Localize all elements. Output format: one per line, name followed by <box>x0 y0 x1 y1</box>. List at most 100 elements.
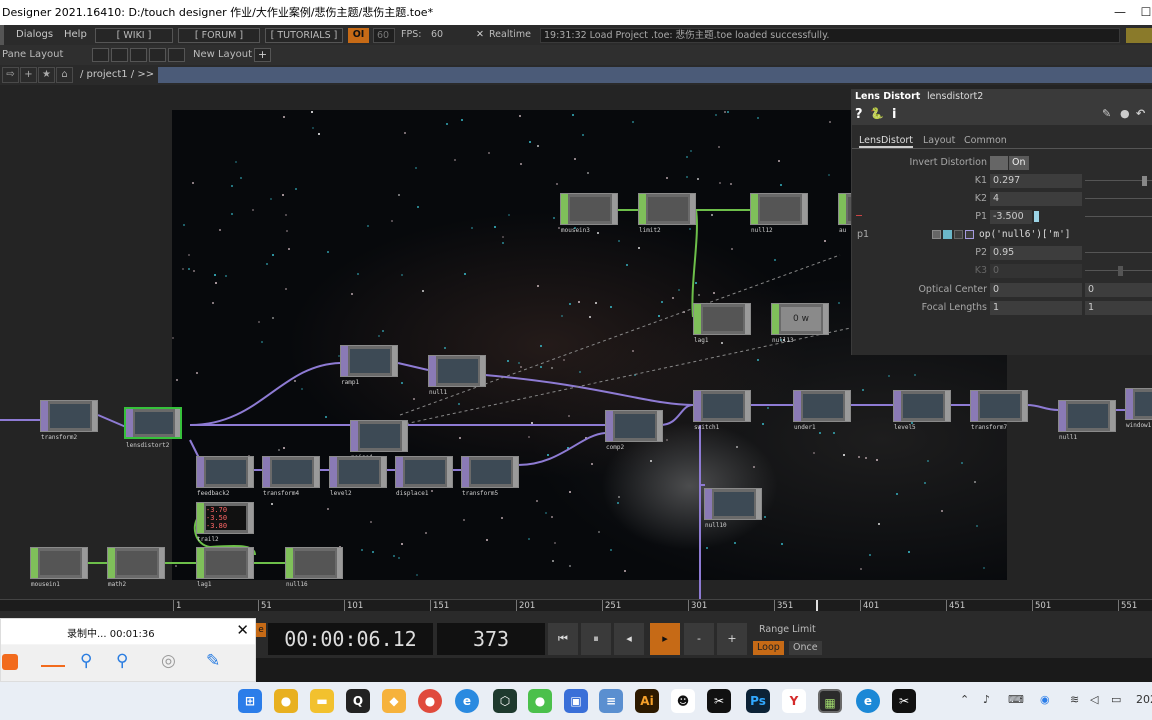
chrome-canary-icon[interactable]: ● <box>274 689 298 713</box>
input-port[interactable] <box>197 503 204 533</box>
output-port[interactable] <box>845 391 850 421</box>
node-label[interactable]: null1 <box>1059 434 1077 441</box>
tab-layout[interactable]: Layout <box>923 135 955 146</box>
invert-toggle[interactable]: On <box>1009 156 1029 170</box>
operator-node-transform5[interactable]: transform5 <box>461 456 519 497</box>
chrome-icon[interactable]: ● <box>418 689 442 713</box>
expr-mode-expression[interactable] <box>943 230 952 239</box>
tab-common[interactable]: Common <box>964 135 1007 146</box>
output-port[interactable] <box>756 489 761 519</box>
input-port[interactable] <box>1059 401 1066 431</box>
tab-lensdistort[interactable]: LensDistort <box>859 135 914 148</box>
operator-node-noise4[interactable]: noise4 <box>350 420 408 461</box>
expr-mode-constant[interactable] <box>932 230 941 239</box>
input-port[interactable] <box>462 457 469 487</box>
output-port[interactable] <box>381 457 386 487</box>
qq-icon[interactable]: Q <box>346 689 370 713</box>
speed-down-button[interactable]: - <box>684 623 714 655</box>
once-button[interactable]: Once <box>789 641 822 655</box>
volume-icon[interactable]: ◁ <box>1090 693 1098 706</box>
node-label[interactable]: null13 <box>772 337 794 344</box>
node-label[interactable]: null10 <box>705 522 727 529</box>
p2-slider[interactable] <box>1085 252 1152 253</box>
output-port[interactable] <box>92 401 97 431</box>
illustrator-icon[interactable]: Ai <box>635 689 659 713</box>
k3-field[interactable]: 0 <box>990 264 1082 278</box>
node-label[interactable]: lag1 <box>197 581 211 588</box>
path-field[interactable] <box>158 67 1152 83</box>
output-port[interactable] <box>1022 391 1027 421</box>
input-port[interactable] <box>794 391 801 421</box>
node-label[interactable]: trail2 <box>197 536 219 543</box>
operator-node-limit2[interactable]: limit2 <box>638 193 696 234</box>
search-app-icon[interactable]: ◉ <box>1040 693 1050 706</box>
input-port[interactable] <box>396 457 403 487</box>
new-layout-button[interactable]: + <box>254 48 271 62</box>
output-port[interactable] <box>248 548 253 578</box>
node-label[interactable]: mousein3 <box>561 227 590 234</box>
camera-icon[interactable]: ◎ <box>161 651 176 671</box>
operator-node-lensdistort2[interactable]: lensdistort2 <box>124 407 182 449</box>
input-port[interactable] <box>705 489 712 519</box>
input-port[interactable] <box>429 356 436 386</box>
output-port[interactable] <box>612 194 617 224</box>
wifi-icon[interactable]: ≋ <box>1070 693 1079 706</box>
input-port[interactable] <box>263 457 270 487</box>
p1-field[interactable]: -3.500 <box>990 210 1032 224</box>
pin-icon[interactable]: ⚲ <box>80 651 92 671</box>
operator-name[interactable]: lensdistort2 <box>927 91 983 102</box>
k1-knob[interactable] <box>1142 176 1147 186</box>
go-to-start-button[interactable]: ⏮ <box>548 623 578 655</box>
node-label[interactable]: window1 <box>1126 422 1151 429</box>
output-port[interactable] <box>823 304 828 334</box>
tray-expand-icon[interactable]: ⌃ <box>960 693 969 706</box>
operator-node-mousein1[interactable]: mousein1 <box>30 547 88 588</box>
output-port[interactable] <box>802 194 807 224</box>
node-label[interactable]: ramp1 <box>341 379 359 386</box>
optical-y-field[interactable]: 0 <box>1085 283 1152 297</box>
operator-node-null13[interactable]: 0 w null13 <box>771 303 829 344</box>
windows-start-icon[interactable]: ⊞ <box>238 689 262 713</box>
operator-node-transform2[interactable]: transform2 <box>40 400 98 441</box>
input-port[interactable] <box>197 548 204 578</box>
edit-icon[interactable]: ✎ <box>1102 107 1111 120</box>
folder-app-icon[interactable]: ◆ <box>382 689 406 713</box>
operator-node-window1[interactable]: window1 <box>1125 388 1152 429</box>
star-icon[interactable]: ★ <box>38 67 55 83</box>
operator-node-lag1[interactable]: lag1 <box>196 547 254 588</box>
output-port[interactable] <box>745 391 750 421</box>
keyboard-icon[interactable]: ⌨ <box>1008 693 1024 706</box>
operator-node-null12[interactable]: null12 <box>750 193 808 234</box>
wechat-icon[interactable]: ● <box>528 689 552 713</box>
focal-x-field[interactable]: 1 <box>990 301 1082 315</box>
operator-node-transform7[interactable]: transform7 <box>970 390 1028 431</box>
pane-layout-single[interactable] <box>92 48 109 62</box>
operator-node-feedback2[interactable]: feedback2 <box>196 456 254 497</box>
operator-node-trail2[interactable]: -3.70 -3.50 -3.80 trail2 <box>196 502 254 543</box>
output-port[interactable] <box>392 346 397 376</box>
node-label[interactable]: lag1 <box>694 337 708 344</box>
operator-node-under1[interactable]: under1 <box>793 390 851 431</box>
realtime-checkbox[interactable]: ✕ <box>473 28 485 43</box>
yonyou-icon[interactable]: Y <box>782 689 806 713</box>
expr-mode-bind[interactable] <box>965 230 974 239</box>
input-port[interactable] <box>197 457 204 487</box>
step-back-button[interactable]: ◂ <box>614 623 644 655</box>
operator-node-math2[interactable]: math2 <box>107 547 165 588</box>
input-port[interactable] <box>351 421 358 451</box>
operator-node-transform4[interactable]: transform4 <box>262 456 320 497</box>
node-label[interactable]: null12 <box>751 227 773 234</box>
frame-display[interactable]: 373 <box>437 623 545 655</box>
node-label[interactable]: null1 <box>429 389 447 396</box>
output-port[interactable] <box>159 548 164 578</box>
help-icon[interactable]: ? <box>855 107 863 122</box>
output-port[interactable] <box>1110 401 1115 431</box>
menu-help[interactable]: Help <box>64 25 87 45</box>
operator-node-displace1[interactable]: displace1 <box>395 456 453 497</box>
input-port[interactable] <box>971 391 978 421</box>
pane-layout-split-h[interactable] <box>111 48 128 62</box>
input-port[interactable] <box>108 548 115 578</box>
clock-text[interactable]: 202 <box>1136 693 1152 706</box>
input-port[interactable] <box>31 548 38 578</box>
operator-node-null10[interactable]: null10 <box>704 488 762 529</box>
